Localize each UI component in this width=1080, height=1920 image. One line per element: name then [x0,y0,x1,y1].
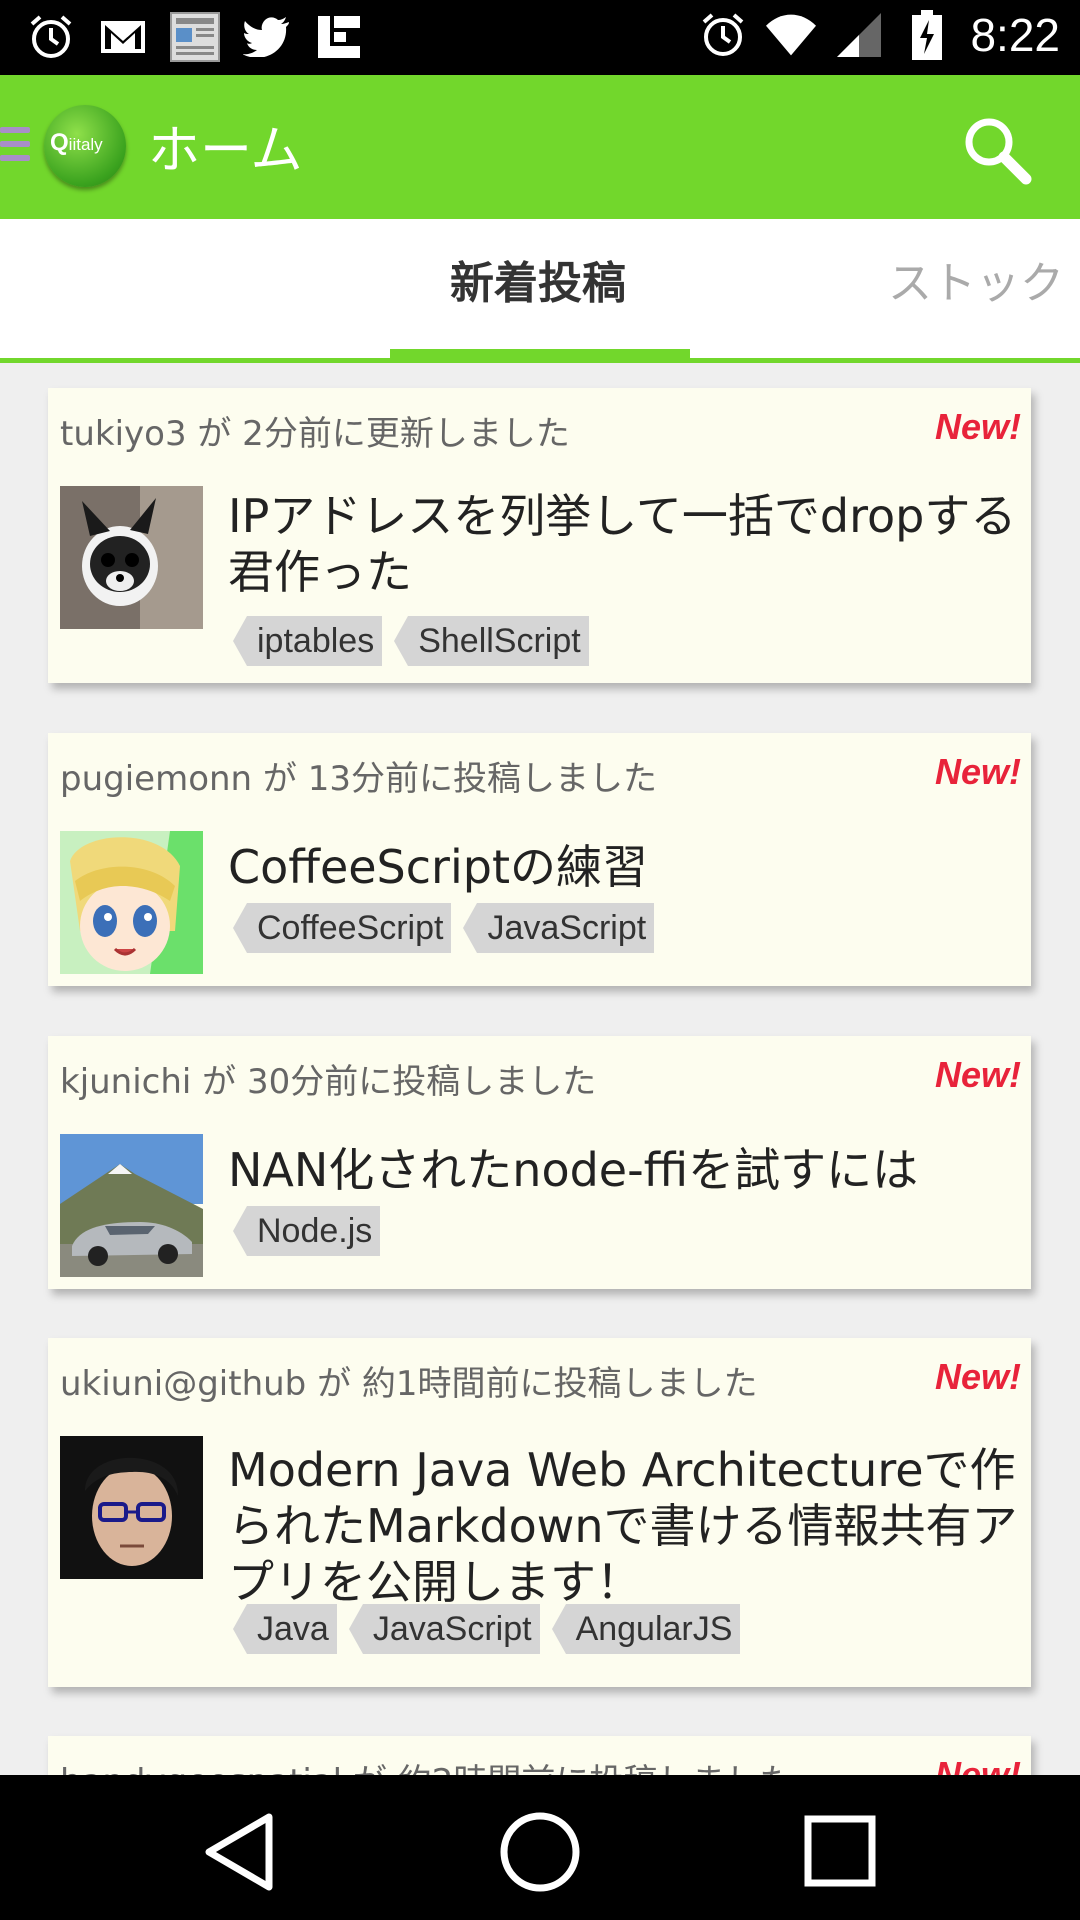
new-badge: New! [934,1356,1021,1397]
tag[interactable]: JavaScript [348,1604,540,1654]
battery-icon [902,10,952,60]
alarm-icon [26,12,76,62]
tag[interactable]: ShellScript [394,616,589,666]
post-card[interactable]: pugiemonn が 13分前に投稿しました New! CoffeeScrip… [48,733,1031,986]
avatar[interactable] [60,1436,203,1579]
page-title: ホーム [148,121,303,181]
post-feed[interactable]: tukiyo3 が 2分前に更新しました New! IPアドレスを列挙して一括で… [0,368,1080,1775]
avatar[interactable] [60,486,203,629]
signal-icon [834,10,884,60]
post-meta: tukiyo3 が 2分前に更新しました [60,414,570,454]
post-card[interactable]: kjunichi が 30分前に投稿しました New! NAN化されたnode-… [48,1036,1031,1289]
smartnews-icon [170,12,220,62]
tag[interactable]: AngularJS [551,1604,741,1654]
new-badge: New! [934,1054,1021,1095]
post-title[interactable]: Modern Java Web Architectureで作られたMarkdow… [228,1442,1018,1610]
tag[interactable]: JavaScript [463,903,655,953]
post-card[interactable]: tukiyo3 が 2分前に更新しました New! IPアドレスを列挙して一括で… [48,388,1031,683]
avatar[interactable] [60,1134,203,1277]
tag[interactable]: Node.js [233,1206,381,1256]
tag[interactable]: iptables [233,616,383,666]
logo-text: Qiitaly [50,129,103,156]
post-meta: handygeospatial が 約2時間前に投稿しました [60,1754,793,1775]
post-meta: kjunichi が 30分前に投稿しました [60,1062,597,1102]
tag-list: Node.js [233,1206,381,1256]
post-meta: pugiemonn が 13分前に投稿しました [60,759,657,799]
drawer-icon[interactable] [0,127,30,167]
post-title[interactable]: NAN化されたnode-ffiを試すには [228,1142,1018,1198]
post-card[interactable]: ukiuni@github が 約1時間前に投稿しました New! Modern… [48,1338,1031,1687]
tag-list: iptables ShellScript [233,616,589,666]
tab-indicator [390,349,690,358]
tag[interactable]: Java [233,1604,337,1654]
search-icon[interactable] [962,115,1032,185]
tab-new-posts[interactable]: 新着投稿 [450,247,626,311]
new-badge: New! [934,751,1021,792]
post-card[interactable]: handygeospatial が 約2時間前に投稿しました New! [48,1736,1031,1775]
recents-icon[interactable] [796,1807,886,1897]
tag[interactable]: CoffeeScript [233,903,452,953]
app-logo[interactable]: Qiitaly [44,105,126,187]
gmail-icon [98,12,148,62]
flipboard-icon [314,12,364,62]
alarm-icon [698,10,748,60]
navigation-bar [0,1775,1080,1920]
tab-stock[interactable]: ストック [888,247,1064,311]
status-bar: 8:22 [0,0,1080,75]
post-meta: ukiuni@github が 約1時間前に投稿しました [60,1364,758,1404]
tag-list: Java JavaScript AngularJS [233,1604,741,1654]
app-bar: Qiitaly ホーム [0,75,1080,219]
wifi-icon [766,10,817,60]
post-title[interactable]: CoffeeScriptの練習 [228,839,1018,895]
back-icon[interactable] [197,1807,287,1897]
tag-list: CoffeeScript JavaScript [233,903,655,953]
avatar[interactable] [60,831,203,974]
tab-bar: 新着投稿 ストック [0,219,1080,363]
clock: 8:22 [970,9,1060,61]
twitter-icon [242,12,292,62]
new-badge: New! [934,406,1021,447]
new-badge: New! [934,1754,1021,1775]
post-title[interactable]: IPアドレスを列挙して一括でdropする君作った [228,488,1018,600]
home-icon[interactable] [495,1807,585,1897]
